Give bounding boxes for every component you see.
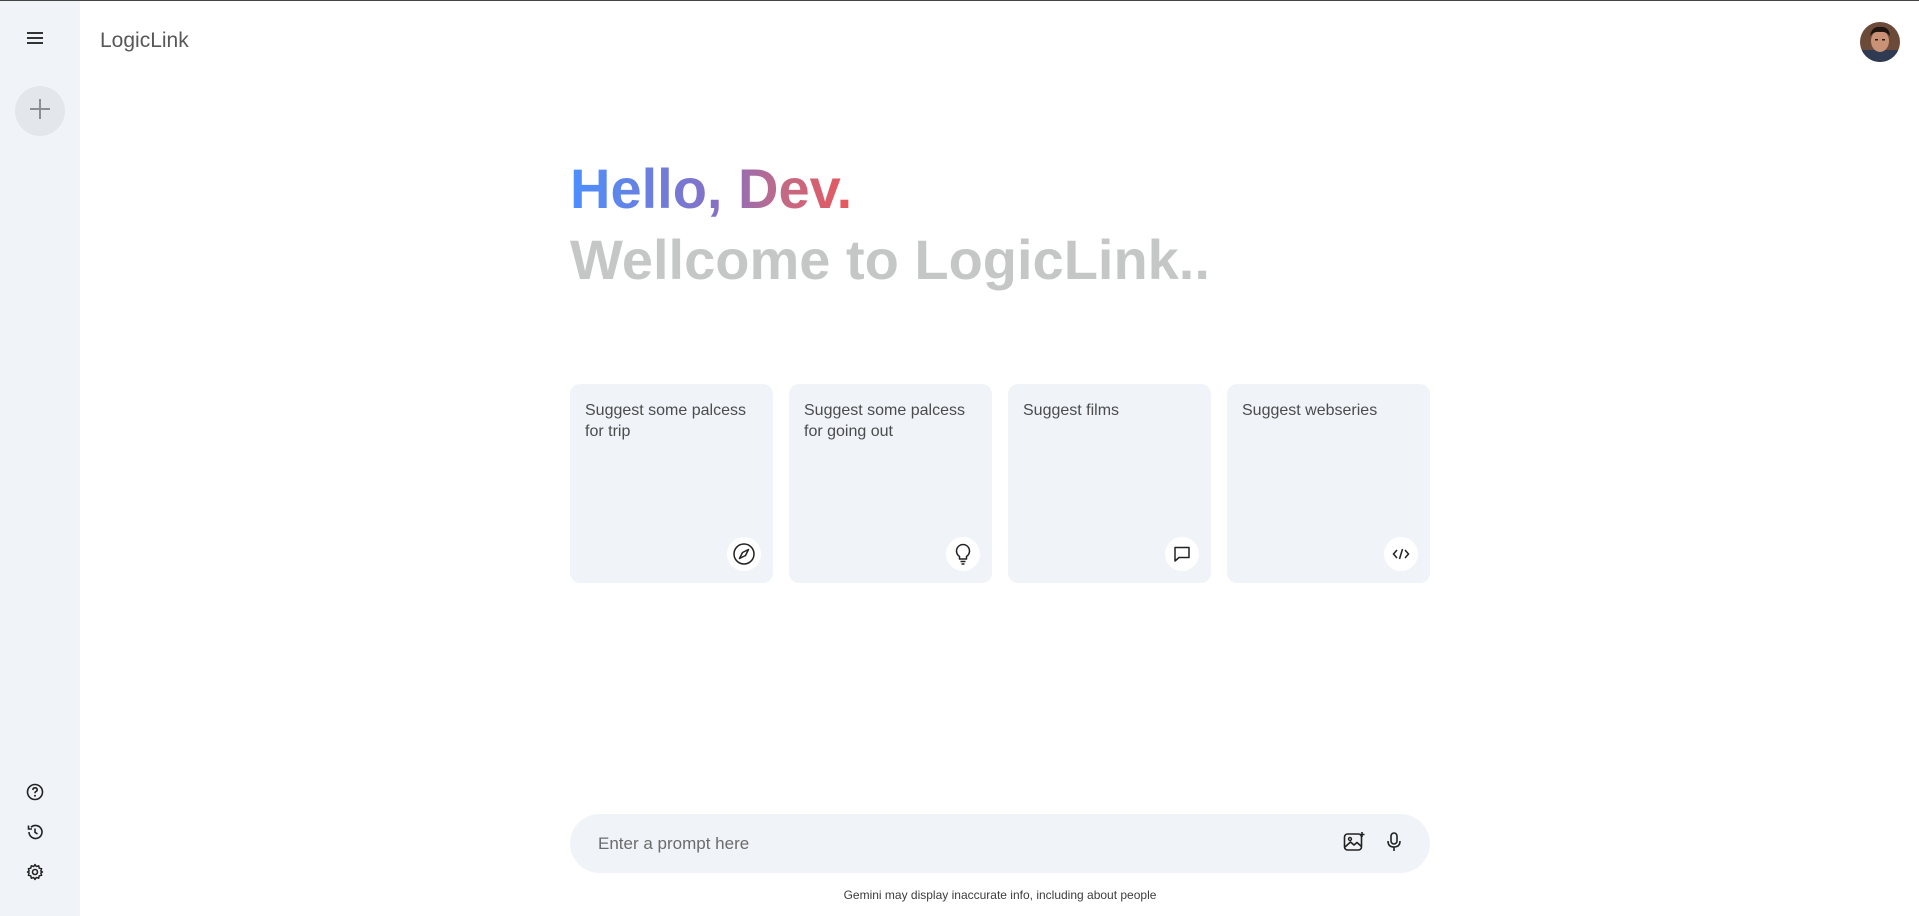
bulb-icon: [946, 537, 980, 571]
card-text: Suggest some palcess for going out: [804, 402, 965, 440]
history-button[interactable]: [22, 821, 48, 847]
settings-icon: [26, 863, 44, 885]
new-chat-button[interactable]: [15, 86, 65, 136]
card-text: Suggest some palcess for trip: [585, 402, 746, 440]
app: LogicLink Hello, Dev. Wellcome to LogicL…: [0, 0, 1919, 916]
greeting-hello: Hello, Dev.: [570, 153, 852, 225]
brand-title: LogicLink: [100, 29, 189, 52]
suggestion-card-trip[interactable]: Suggest some palcess for trip: [570, 384, 773, 583]
plus-icon: [29, 98, 51, 124]
user-avatar[interactable]: [1860, 22, 1900, 62]
mic-button[interactable]: [1378, 828, 1410, 860]
image-icon: [1342, 830, 1366, 858]
mic-icon: [1384, 831, 1404, 857]
settings-button[interactable]: [22, 861, 48, 887]
suggestion-card-films[interactable]: Suggest films: [1008, 384, 1211, 583]
suggestion-card-going-out[interactable]: Suggest some palcess for going out: [789, 384, 992, 583]
prompt-bar: [570, 814, 1430, 873]
compass-icon: [727, 537, 761, 571]
help-button[interactable]: [22, 781, 48, 807]
image-upload-button[interactable]: [1338, 828, 1370, 860]
suggestion-cards: Suggest some palcess for trip Suggest so…: [570, 384, 1430, 583]
prompt-input[interactable]: [598, 833, 1330, 854]
greeting-hello-text: Hello, Dev.: [570, 157, 853, 220]
suggestion-card-webseries[interactable]: Suggest webseries: [1227, 384, 1430, 583]
hamburger-menu-icon[interactable]: [22, 25, 48, 51]
code-icon: [1384, 537, 1418, 571]
card-text: Suggest films: [1023, 402, 1120, 419]
greeting-subtitle: Wellcome to LogicLink..: [570, 228, 1210, 291]
message-icon: [1165, 537, 1199, 571]
help-icon: [26, 783, 44, 805]
card-text: Suggest webseries: [1242, 402, 1378, 419]
sidebar: [0, 1, 80, 916]
history-icon: [26, 823, 44, 845]
disclaimer-text: Gemini may display inaccurate info, incl…: [843, 888, 1157, 902]
